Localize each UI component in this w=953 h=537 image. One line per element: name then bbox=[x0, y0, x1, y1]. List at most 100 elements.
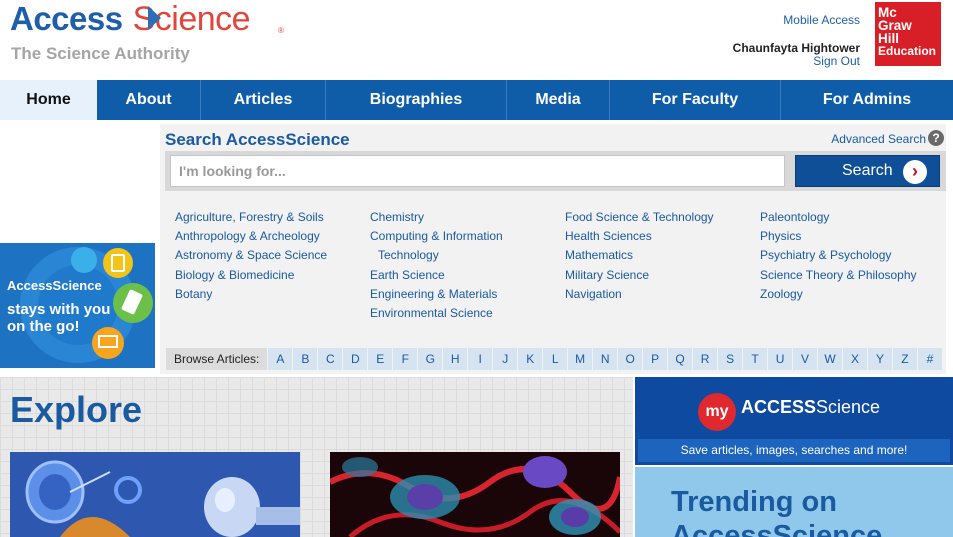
browse-letter-link[interactable]: X bbox=[842, 348, 867, 370]
subject-link[interactable]: Botany bbox=[175, 285, 327, 304]
promo-tagline: stays with you on the go! bbox=[7, 301, 110, 335]
nav-media[interactable]: Media bbox=[507, 80, 610, 120]
subject-link[interactable]: Paleontology bbox=[760, 208, 917, 227]
browse-letter-link[interactable]: Z bbox=[891, 348, 917, 370]
search-input[interactable] bbox=[170, 155, 785, 187]
browse-letter-link[interactable]: R bbox=[692, 348, 717, 370]
subject-link[interactable]: Food Science & Technology bbox=[565, 208, 714, 227]
search-title: Search AccessScience bbox=[165, 130, 350, 149]
explore-title: Explore bbox=[10, 389, 143, 430]
sign-out-link[interactable]: Sign Out bbox=[813, 54, 860, 68]
cells-micrograph bbox=[330, 452, 620, 537]
mobile-promo-banner[interactable]: AccessScience stays with you on the go! bbox=[0, 243, 155, 368]
browse-letters: A B C D E F G H I J K L M N O P Q R S T U V W X Y Z # bbox=[267, 348, 942, 370]
browse-letter-link[interactable]: N bbox=[592, 348, 617, 370]
mobile-access-link[interactable]: Mobile Access bbox=[783, 13, 860, 27]
browse-letter-link[interactable]: C bbox=[317, 348, 342, 370]
my-logo-access: ACCESS bbox=[741, 397, 817, 417]
nav-home[interactable]: Home bbox=[0, 80, 97, 120]
main-nav: Home About Articles Biographies Media Fo… bbox=[0, 80, 953, 120]
cloud-icon bbox=[71, 247, 97, 273]
nav-biographies[interactable]: Biographies bbox=[326, 80, 507, 120]
logo-access-text: Access bbox=[10, 0, 123, 37]
subject-link[interactable]: Navigation bbox=[565, 285, 714, 304]
logo-arrow-icon bbox=[148, 6, 161, 30]
subject-link[interactable]: Psychiatry & Psychology bbox=[760, 246, 917, 265]
browse-articles-label: Browse Articles: bbox=[166, 348, 268, 370]
browse-letter-link[interactable]: B bbox=[292, 348, 317, 370]
advanced-search-link[interactable]: Advanced Search bbox=[831, 132, 926, 146]
subject-link[interactable]: Engineering & Materials bbox=[370, 285, 503, 304]
browse-articles-bar: Browse Articles: ABCDEFGHIJKLMNOPQRSTUVW… bbox=[166, 348, 942, 370]
trending-section: Trending on AccessScience bbox=[635, 467, 953, 537]
subject-link[interactable]: Biology & Biomedicine bbox=[175, 266, 327, 285]
promo-brand: AccessScience bbox=[7, 278, 102, 293]
subject-links: Agriculture, Forestry & Soils Anthropolo… bbox=[175, 208, 945, 328]
logo-tagline: The Science Authority bbox=[11, 44, 190, 63]
browse-letter-link[interactable]: G bbox=[417, 348, 442, 370]
subject-link[interactable]: Science Theory & Philosophy bbox=[760, 266, 917, 285]
explore-image-cells[interactable] bbox=[330, 452, 620, 537]
browse-letter-link[interactable]: L bbox=[542, 348, 567, 370]
trending-title-line: Trending on bbox=[671, 486, 837, 518]
subject-link[interactable]: Technology bbox=[370, 246, 503, 265]
page: Access Science ® The Science Authority Mo… bbox=[0, 0, 953, 537]
browse-letter-link[interactable]: E bbox=[367, 348, 392, 370]
subject-link[interactable]: Military Science bbox=[565, 266, 714, 285]
subject-column: Food Science & Technology Health Science… bbox=[565, 208, 714, 304]
subject-link[interactable]: Earth Science bbox=[370, 266, 503, 285]
browse-letter-link[interactable]: J bbox=[492, 348, 517, 370]
subject-link[interactable]: Computing & Information bbox=[370, 227, 503, 246]
my-accessscience-tagline: Save articles, images, searches and more… bbox=[638, 439, 950, 462]
subject-link[interactable]: Astronomy & Space Science bbox=[175, 246, 327, 265]
browse-letter-link[interactable]: Q bbox=[667, 348, 692, 370]
browse-letter-link[interactable]: F bbox=[392, 348, 417, 370]
subject-link[interactable]: Agriculture, Forestry & Soils bbox=[175, 208, 327, 227]
browse-letter-link[interactable]: P bbox=[642, 348, 667, 370]
subject-column: Paleontology Physics Psychiatry & Psycho… bbox=[760, 208, 917, 304]
subject-link[interactable]: Chemistry bbox=[370, 208, 503, 227]
browse-letter-link[interactable]: H bbox=[442, 348, 467, 370]
browse-letter-link[interactable]: O bbox=[617, 348, 642, 370]
mcgraw-hill-education-logo[interactable]: Mc Graw Hill Education bbox=[875, 2, 941, 66]
user-name: Chaunfayta Hightower bbox=[732, 41, 860, 55]
chevron-right-icon: › bbox=[903, 160, 927, 184]
my-accessscience-panel[interactable]: my ACCESSScience Save articles, images, … bbox=[635, 377, 953, 465]
browse-letter-link[interactable]: Y bbox=[866, 348, 892, 370]
subject-link[interactable]: Health Sciences bbox=[565, 227, 714, 246]
search-button[interactable]: Search › bbox=[795, 155, 940, 187]
nav-articles[interactable]: Articles bbox=[201, 80, 326, 120]
browse-letter-link[interactable]: S bbox=[717, 348, 742, 370]
logo-wordmark: Access Science bbox=[10, 0, 251, 39]
search-bar: Search › bbox=[165, 151, 946, 191]
search-panel: Search AccessScience Advanced Search ? S… bbox=[160, 124, 946, 374]
subject-link[interactable]: Environmental Science bbox=[370, 304, 503, 323]
subject-link[interactable]: Physics bbox=[760, 227, 917, 246]
trending-title: Trending on AccessScience bbox=[671, 485, 882, 537]
search-button-label: Search bbox=[842, 162, 893, 179]
help-icon[interactable]: ? bbox=[928, 130, 944, 146]
browse-letter-link[interactable]: K bbox=[517, 348, 542, 370]
browse-letter-link[interactable]: W bbox=[817, 348, 842, 370]
nav-for-admins[interactable]: For Admins bbox=[781, 80, 953, 120]
logo-registered-mark: ® bbox=[278, 26, 284, 35]
browse-letter-link[interactable]: U bbox=[767, 348, 792, 370]
explore-image-molecular[interactable] bbox=[10, 452, 300, 537]
browse-letter-link[interactable]: V bbox=[792, 348, 817, 370]
browse-letter-link[interactable]: # bbox=[916, 348, 942, 370]
browse-letter-link[interactable]: T bbox=[742, 348, 767, 370]
my-logo-science: Science bbox=[816, 397, 881, 417]
nav-for-faculty[interactable]: For Faculty bbox=[610, 80, 781, 120]
browse-letter-link[interactable]: D bbox=[342, 348, 367, 370]
browse-letter-link[interactable]: M bbox=[567, 348, 592, 370]
accessscience-logo[interactable]: Access Science ® The Science Authority bbox=[10, 0, 290, 70]
publisher-logo-line: Education bbox=[878, 44, 937, 58]
nav-about[interactable]: About bbox=[97, 80, 201, 120]
subject-link[interactable]: Zoology bbox=[760, 285, 917, 304]
browse-letter-link[interactable]: I bbox=[467, 348, 492, 370]
browse-letter-link[interactable]: A bbox=[267, 348, 292, 370]
promo-line: stays with you bbox=[7, 301, 111, 318]
subject-link[interactable]: Mathematics bbox=[565, 246, 714, 265]
subject-link[interactable]: Anthropology & Archeology bbox=[175, 227, 327, 246]
molecular-illustration bbox=[10, 452, 300, 537]
